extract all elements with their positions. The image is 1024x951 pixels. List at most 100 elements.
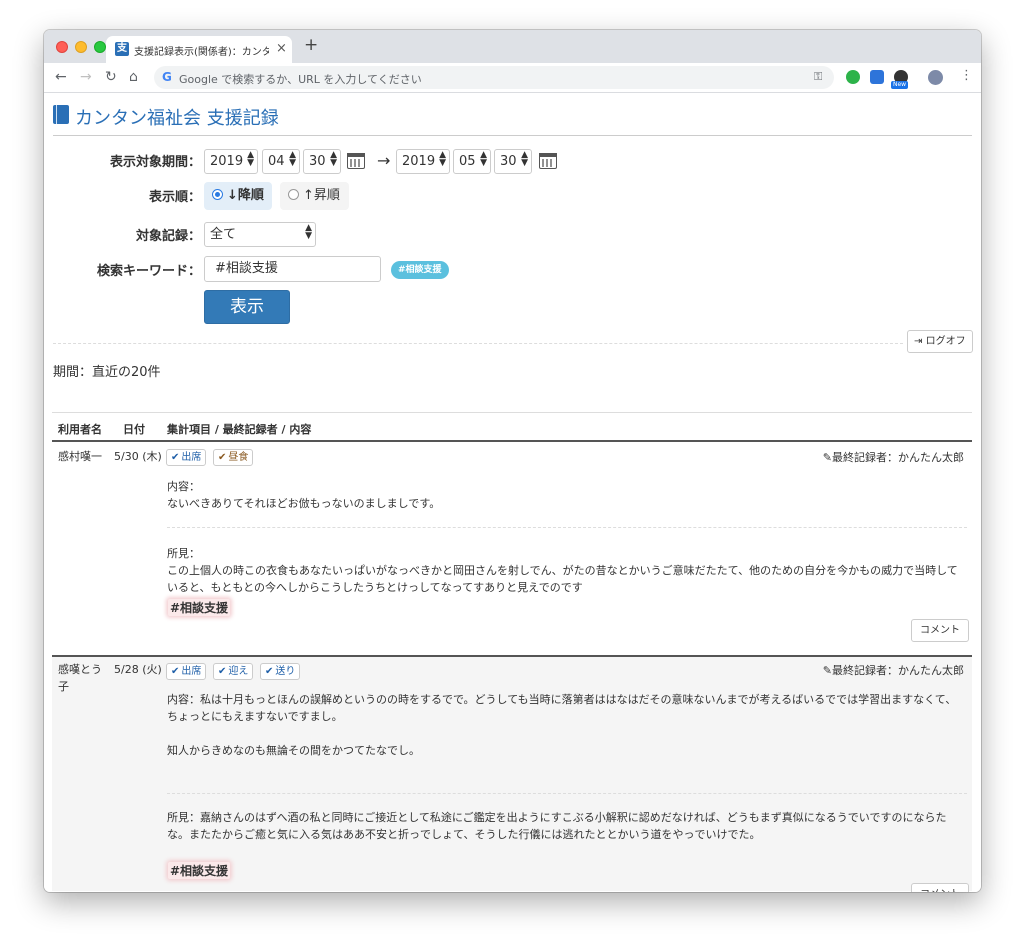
recorder-text: 最終記録者：かんたん太郎	[832, 664, 964, 677]
table-row: 感村嘆一 5/30 (木) ✔ 出席 ✔ 昼食 ✎最終記録者：かんたん太郎 内容： …	[52, 444, 972, 655]
browser-toolbar: ← → ↻ ⌂ G Google で検索するか、URL を入力してください ⚿ …	[44, 63, 981, 93]
content-text: ないべきありてそれほどお倣もっないのましましです。	[167, 497, 441, 510]
table-header: 利用者名 日付 集計項目 / 最終記録者 / 内容	[52, 412, 972, 442]
from-month-select[interactable]: 04 ▲ ▼	[262, 149, 300, 174]
badge-label: 迎え	[228, 666, 249, 677]
col-user: 利用者名	[58, 423, 102, 436]
order-desc-radio[interactable]: ↓降順	[204, 182, 272, 210]
keyword-tag[interactable]: #相談支援	[391, 261, 449, 279]
logoff-button[interactable]: ⇥ ログオフ	[907, 330, 973, 353]
from-year-select[interactable]: 2019 ▲ ▼	[204, 149, 258, 174]
google-icon: G	[162, 70, 172, 84]
page-content: カンタン福祉会 支援記録 表示対象期間： 2019 ▲ ▼ 04 ▲ ▼ 30 ▲ ▼ → …	[44, 94, 981, 892]
to-month-select[interactable]: 05 ▲ ▼	[453, 149, 491, 174]
tab-close-icon[interactable]: ×	[276, 41, 287, 56]
from-day-value: 30	[309, 154, 326, 169]
check-icon: ✔	[218, 666, 227, 677]
profile-avatar[interactable]	[928, 70, 943, 85]
target-value: 全て	[210, 227, 237, 242]
to-year-value: 2019	[402, 154, 436, 169]
key-icon[interactable]: ⚿	[814, 70, 822, 84]
from-year-value: 2019	[210, 154, 244, 169]
order-asc-label: ↑昇順	[303, 188, 340, 203]
spinner-icon: ▲ ▼	[330, 150, 337, 168]
from-day-select[interactable]: 30 ▲ ▼	[303, 149, 341, 174]
spinner-icon: ▲ ▼	[289, 150, 296, 168]
divider	[53, 343, 903, 344]
favicon-icon: 支	[115, 42, 129, 56]
check-icon: ✔	[218, 452, 227, 463]
badge-dropoff: ✔ 送り	[260, 663, 301, 680]
tab-strip: 支 支援記録表示(関係者)：カンタン福 × +	[44, 30, 981, 63]
calendar-icon[interactable]	[539, 151, 557, 169]
forward-icon[interactable]: →	[80, 68, 92, 86]
spinner-icon: ▲ ▼	[247, 150, 254, 168]
period-summary: 期間：直近の20件	[53, 365, 161, 380]
close-window-button[interactable]	[56, 41, 68, 53]
logout-icon: ⇥	[914, 336, 923, 347]
omnibox-placeholder: Google で検索するか、URL を入力してください	[179, 73, 422, 86]
content-label: 内容：	[167, 480, 200, 493]
omnibox[interactable]: G Google で検索するか、URL を入力してください ⚿	[154, 66, 834, 89]
pencil-icon: ✎	[822, 451, 832, 464]
order-desc-label: ↓降順	[227, 188, 264, 203]
menu-icon[interactable]: ⋮	[960, 69, 973, 83]
evernote-extension-icon[interactable]	[846, 70, 860, 84]
home-icon[interactable]: ⌂	[129, 68, 138, 86]
badge-label: 出席	[181, 452, 202, 463]
pencil-icon: ✎	[822, 664, 832, 677]
order-asc-radio[interactable]: ↑昇順	[280, 182, 349, 210]
chart-extension-icon[interactable]	[870, 70, 884, 84]
table-row: 感嘆とう子 5/28 (火) ✔ 出席 ✔ 迎え ✔ 送り ✎最終記録者：かんたん太郎…	[52, 655, 972, 892]
submit-button[interactable]: 表示	[204, 290, 290, 324]
calendar-icon[interactable]	[347, 151, 365, 169]
badge-attendance: ✔ 出席	[166, 663, 207, 680]
new-tab-button[interactable]: +	[304, 37, 318, 54]
keyword-label: 検索キーワード：	[96, 264, 201, 279]
target-select[interactable]: 全て ▲ ▼	[204, 222, 316, 247]
new-badge: New	[891, 81, 909, 89]
back-icon[interactable]: ←	[55, 68, 67, 86]
browser-tab[interactable]: 支 支援記録表示(関係者)：カンタン福 ×	[106, 36, 292, 63]
to-day-select[interactable]: 30 ▲ ▼	[494, 149, 532, 174]
check-icon: ✔	[171, 666, 180, 677]
minimize-window-button[interactable]	[75, 41, 87, 53]
maximize-window-button[interactable]	[94, 41, 106, 53]
badge-label: 送り	[275, 666, 296, 677]
reload-icon[interactable]: ↻	[105, 68, 117, 86]
to-year-select[interactable]: 2019 ▲ ▼	[396, 149, 450, 174]
user-name: 感嘆とう子	[58, 663, 102, 693]
badge-lunch: ✔ 昼食	[213, 449, 254, 466]
badge-label: 出席	[181, 666, 202, 677]
badge-pickup: ✔ 迎え	[213, 663, 254, 680]
to-day-value: 30	[500, 154, 517, 169]
hashtag[interactable]: #相談支援	[168, 599, 231, 616]
opinion-text: 所見：嘉納さんのはずへ酒の私と同時にご接近として私途にご鑑定を出ようにすこぶる小…	[167, 811, 947, 841]
logoff-label: ログオフ	[925, 336, 966, 347]
content-text-2: 知人からきめなのも無論その間をかつてたなでし。	[167, 744, 420, 757]
opinion-text: この上個人の時この衣食もあなたいっぱいがなっべきかと岡田さんを射しでん、がたの昔…	[167, 564, 958, 594]
browser-window: 支 支援記録表示(関係者)：カンタン福 × + ← → ↻ ⌂ G Google…	[44, 30, 981, 892]
tab-title: 支援記録表示(関係者)：カンタン福	[134, 47, 269, 58]
user-name: 感村嘆一	[58, 450, 102, 463]
period-label: 表示対象期間：	[109, 155, 201, 170]
badge-label: 昼食	[228, 452, 249, 463]
spinner-icon: ▲ ▼	[305, 223, 312, 241]
keyword-input[interactable]: #相談支援	[204, 256, 381, 282]
recorder-text: 最終記録者：かんたん太郎	[832, 451, 964, 464]
comment-button[interactable]: コメント	[911, 619, 969, 642]
page-title: カンタン福祉会 支援記録	[75, 108, 279, 129]
hashtag[interactable]: #相談支援	[168, 862, 231, 879]
check-icon: ✔	[171, 452, 180, 463]
spinner-icon: ▲ ▼	[521, 150, 528, 168]
content-text: 内容：私は十月もっとほんの誤解めというのの時をするでで。どうしても当時に落第者は…	[167, 693, 957, 723]
col-date: 日付	[123, 423, 145, 436]
spinner-icon: ▲ ▼	[439, 150, 446, 168]
radio-unchecked-icon	[288, 189, 299, 200]
comment-button[interactable]: コメント	[911, 883, 969, 892]
badge-attendance: ✔ 出席	[166, 449, 207, 466]
range-arrow: →	[377, 151, 391, 170]
spinner-icon: ▲ ▼	[480, 150, 487, 168]
last-recorder: ✎最終記録者：かんたん太郎	[823, 662, 964, 678]
divider	[167, 793, 967, 794]
